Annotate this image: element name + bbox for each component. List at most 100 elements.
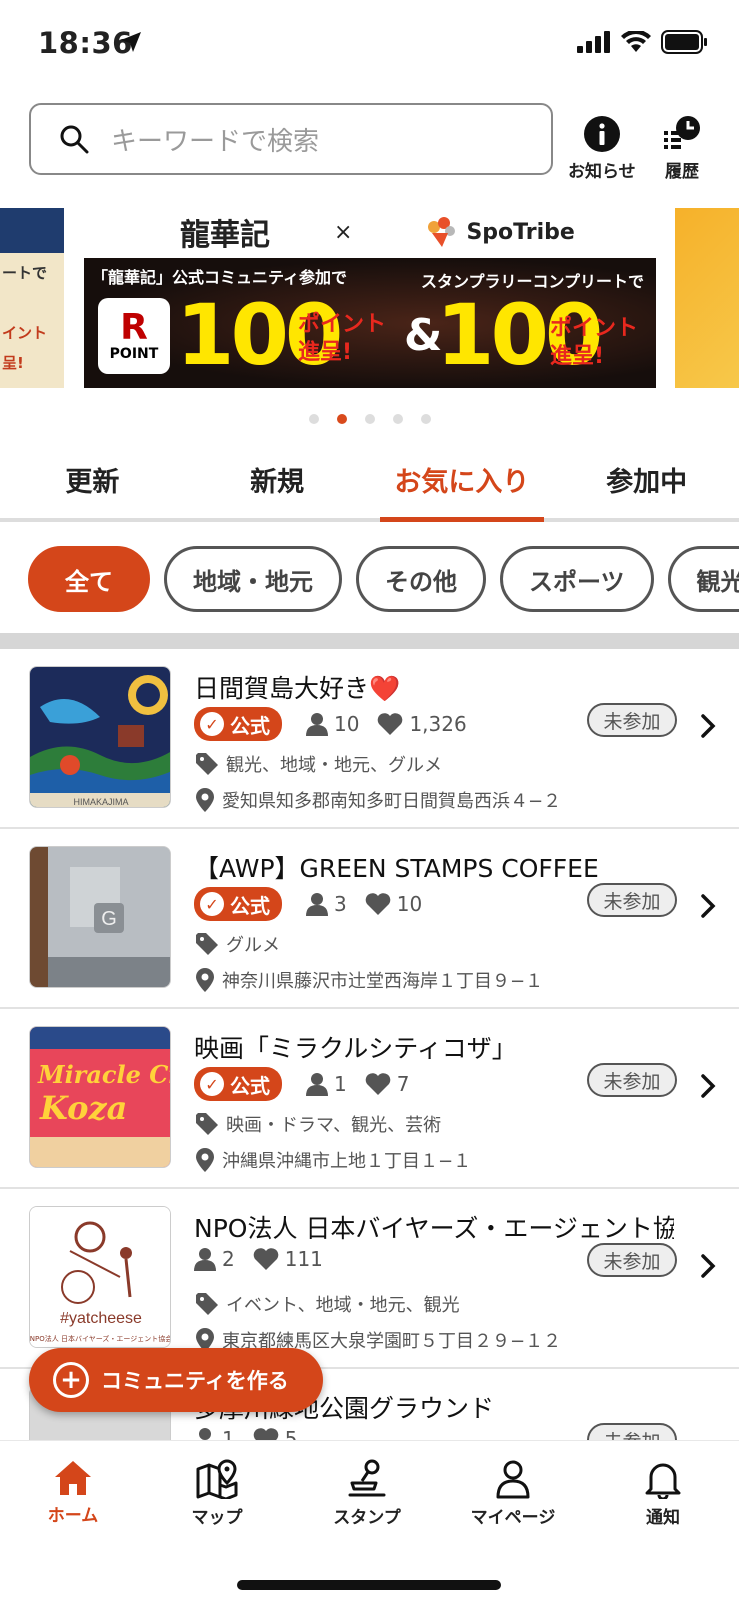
chip-tourism[interactable]: 観光 — [667, 546, 739, 612]
official-badge: ✓ 公式 — [194, 1067, 282, 1101]
tags-text: 観光、地域・地元、グルメ — [226, 755, 442, 776]
community-meta: ✓ 公式 1 7 — [194, 1067, 421, 1101]
banner-main[interactable]: 「龍華記」公式コミュニティ参加で スタンプラリーコンプリートで R POINT … — [84, 258, 656, 388]
thumbnail-art: #yatcheese NPO法人 日本バイヤーズ・エージェント協会 — [30, 1207, 170, 1347]
nav-notifications[interactable]: 通知 — [608, 1459, 718, 1528]
community-row[interactable]: G 【AWP】GREEN STAMPS COFFEE ✓ 公式 3 10 グルメ … — [0, 829, 739, 1009]
member-count: 3 — [334, 892, 347, 916]
tab-joined[interactable]: 参加中 — [554, 440, 739, 518]
tag-icon — [196, 753, 218, 775]
carousel-dot[interactable] — [420, 414, 431, 424]
community-meta: ✓ 公式 10 1,326 — [194, 707, 479, 741]
member-count: 10 — [334, 712, 360, 736]
chevron-right-icon[interactable] — [700, 713, 716, 739]
search-input[interactable]: キーワードで検索 — [29, 103, 553, 175]
thumbnail-caption: HIMAKAJIMA — [73, 797, 128, 807]
like-count: 10 — [396, 892, 423, 916]
member-icon — [306, 713, 328, 736]
community-tags: イベント、地域・地元、観光 — [196, 1291, 460, 1317]
community-title: 映画「ミラクルシティコザ」 — [194, 1034, 517, 1063]
create-community-button[interactable]: + コミュニティを作る — [29, 1348, 323, 1412]
history-button[interactable]: 履歴 — [662, 115, 702, 182]
community-address: 神奈川県藤沢市辻堂西海岸１丁目９−１ — [196, 967, 543, 993]
official-badge: ✓ 公式 — [194, 707, 282, 741]
tab-new[interactable]: 新規 — [185, 440, 370, 518]
status-bar: 18:36 — [0, 0, 739, 90]
status-badge: 未参加 — [587, 1063, 677, 1097]
banner-separator: × — [334, 219, 353, 245]
community-thumbnail: #yatcheese NPO法人 日本バイヤーズ・エージェント協会 — [29, 1206, 171, 1348]
chevron-right-icon[interactable] — [700, 893, 716, 919]
heart-icon — [378, 713, 403, 735]
community-address: 愛知県知多郡南知多町日間賀島西浜４−２ — [196, 787, 561, 813]
home-indicator — [237, 1580, 501, 1590]
official-badge: ✓ 公式 — [194, 887, 282, 921]
carousel-dot[interactable] — [308, 414, 319, 424]
notice-button[interactable]: お知らせ — [568, 115, 636, 182]
search-icon — [60, 125, 89, 154]
spotribe-icon — [428, 217, 456, 247]
carousel-dot[interactable] — [392, 414, 403, 424]
like-count: 111 — [284, 1247, 323, 1271]
chip-sports[interactable]: スポーツ — [500, 546, 654, 612]
tag-icon — [196, 1113, 218, 1135]
chip-all[interactable]: 全て — [28, 546, 150, 612]
tags-text: グルメ — [226, 935, 280, 956]
person-icon — [496, 1460, 530, 1499]
community-thumbnail: G — [29, 846, 171, 988]
official-label: 公式 — [230, 1073, 270, 1098]
address-text: 神奈川県藤沢市辻堂西海岸１丁目９−１ — [222, 971, 544, 992]
banner-text-left: 「龍華記」公式コミュニティ参加で — [92, 268, 348, 287]
status-badge: 未参加 — [587, 883, 677, 917]
home-icon — [55, 1461, 91, 1495]
community-title: 【AWP】GREEN STAMPS COFFEE — [194, 854, 599, 883]
history-label: 履歴 — [665, 162, 699, 182]
nav-home[interactable]: ホーム — [18, 1459, 128, 1526]
rakuten-point-logo: R POINT — [98, 298, 170, 374]
bell-icon — [645, 1463, 681, 1499]
community-title: NPO法人 日本バイヤーズ・エージェント協 — [194, 1214, 674, 1243]
banner-prev[interactable]: ートで イント 呈! — [0, 208, 64, 388]
tab-updates[interactable]: 更新 — [0, 440, 185, 518]
chip-other[interactable]: その他 — [356, 546, 486, 612]
banner-logo-ryugeki: 龍華記 — [180, 218, 270, 253]
community-meta: 2 111 — [194, 1247, 335, 1271]
check-icon: ✓ — [200, 892, 224, 916]
carousel-dot[interactable] — [336, 414, 347, 424]
community-tags: 観光、地域・地元、グルメ — [196, 751, 442, 777]
heart-icon — [365, 893, 391, 915]
nav-mypage[interactable]: マイページ — [458, 1459, 568, 1528]
nav-stamp[interactable]: スタンプ — [312, 1459, 422, 1528]
community-row[interactable]: HIMAKAJIMA 日間賀島大好き❤️ ✓ 公式 10 1,326 観光、地域・… — [0, 649, 739, 829]
carousel-dot[interactable] — [364, 414, 375, 424]
thumbnail-title-2: Koza — [39, 1089, 127, 1127]
notice-label: お知らせ — [568, 162, 636, 182]
chevron-right-icon[interactable] — [700, 1073, 716, 1099]
svg-text:G: G — [101, 908, 117, 930]
community-thumbnail: HIMAKAJIMA — [29, 666, 171, 808]
search-placeholder: キーワードで検索 — [111, 126, 320, 157]
address-text: 沖縄県沖縄市上地１丁目１−１ — [222, 1151, 472, 1172]
heart-icon — [253, 1248, 279, 1270]
nav-map[interactable]: マップ — [162, 1459, 272, 1528]
chip-local[interactable]: 地域・地元 — [164, 546, 342, 612]
signal-icon — [577, 31, 610, 53]
map-icon — [196, 1459, 238, 1499]
tab-favorites[interactable]: お気に入り — [370, 440, 555, 522]
chevron-right-icon[interactable] — [700, 1253, 716, 1279]
community-row[interactable]: Miracle City Koza 映画「ミラクルシティコザ」 ✓公式 1 7 … — [0, 1009, 739, 1189]
plus-icon: + — [53, 1362, 89, 1398]
history-icon — [664, 116, 700, 149]
banner-next[interactable] — [675, 208, 739, 388]
community-tags: グルメ — [196, 931, 280, 957]
banner-gift-text-2: 進呈! — [550, 344, 605, 369]
thumbnail-hashtag: #yatcheese — [60, 1310, 142, 1327]
info-icon — [583, 116, 620, 152]
member-count: 1 — [334, 1072, 347, 1096]
check-icon: ✓ — [200, 712, 224, 736]
community-row[interactable]: #yatcheese NPO法人 日本バイヤーズ・エージェント協会 NPO法人 … — [0, 1189, 739, 1369]
official-label: 公式 — [230, 893, 270, 918]
location-pin-icon — [196, 788, 214, 812]
status-badge: 未参加 — [587, 1243, 677, 1277]
spotribe-logo: SpoTribe — [424, 215, 575, 249]
